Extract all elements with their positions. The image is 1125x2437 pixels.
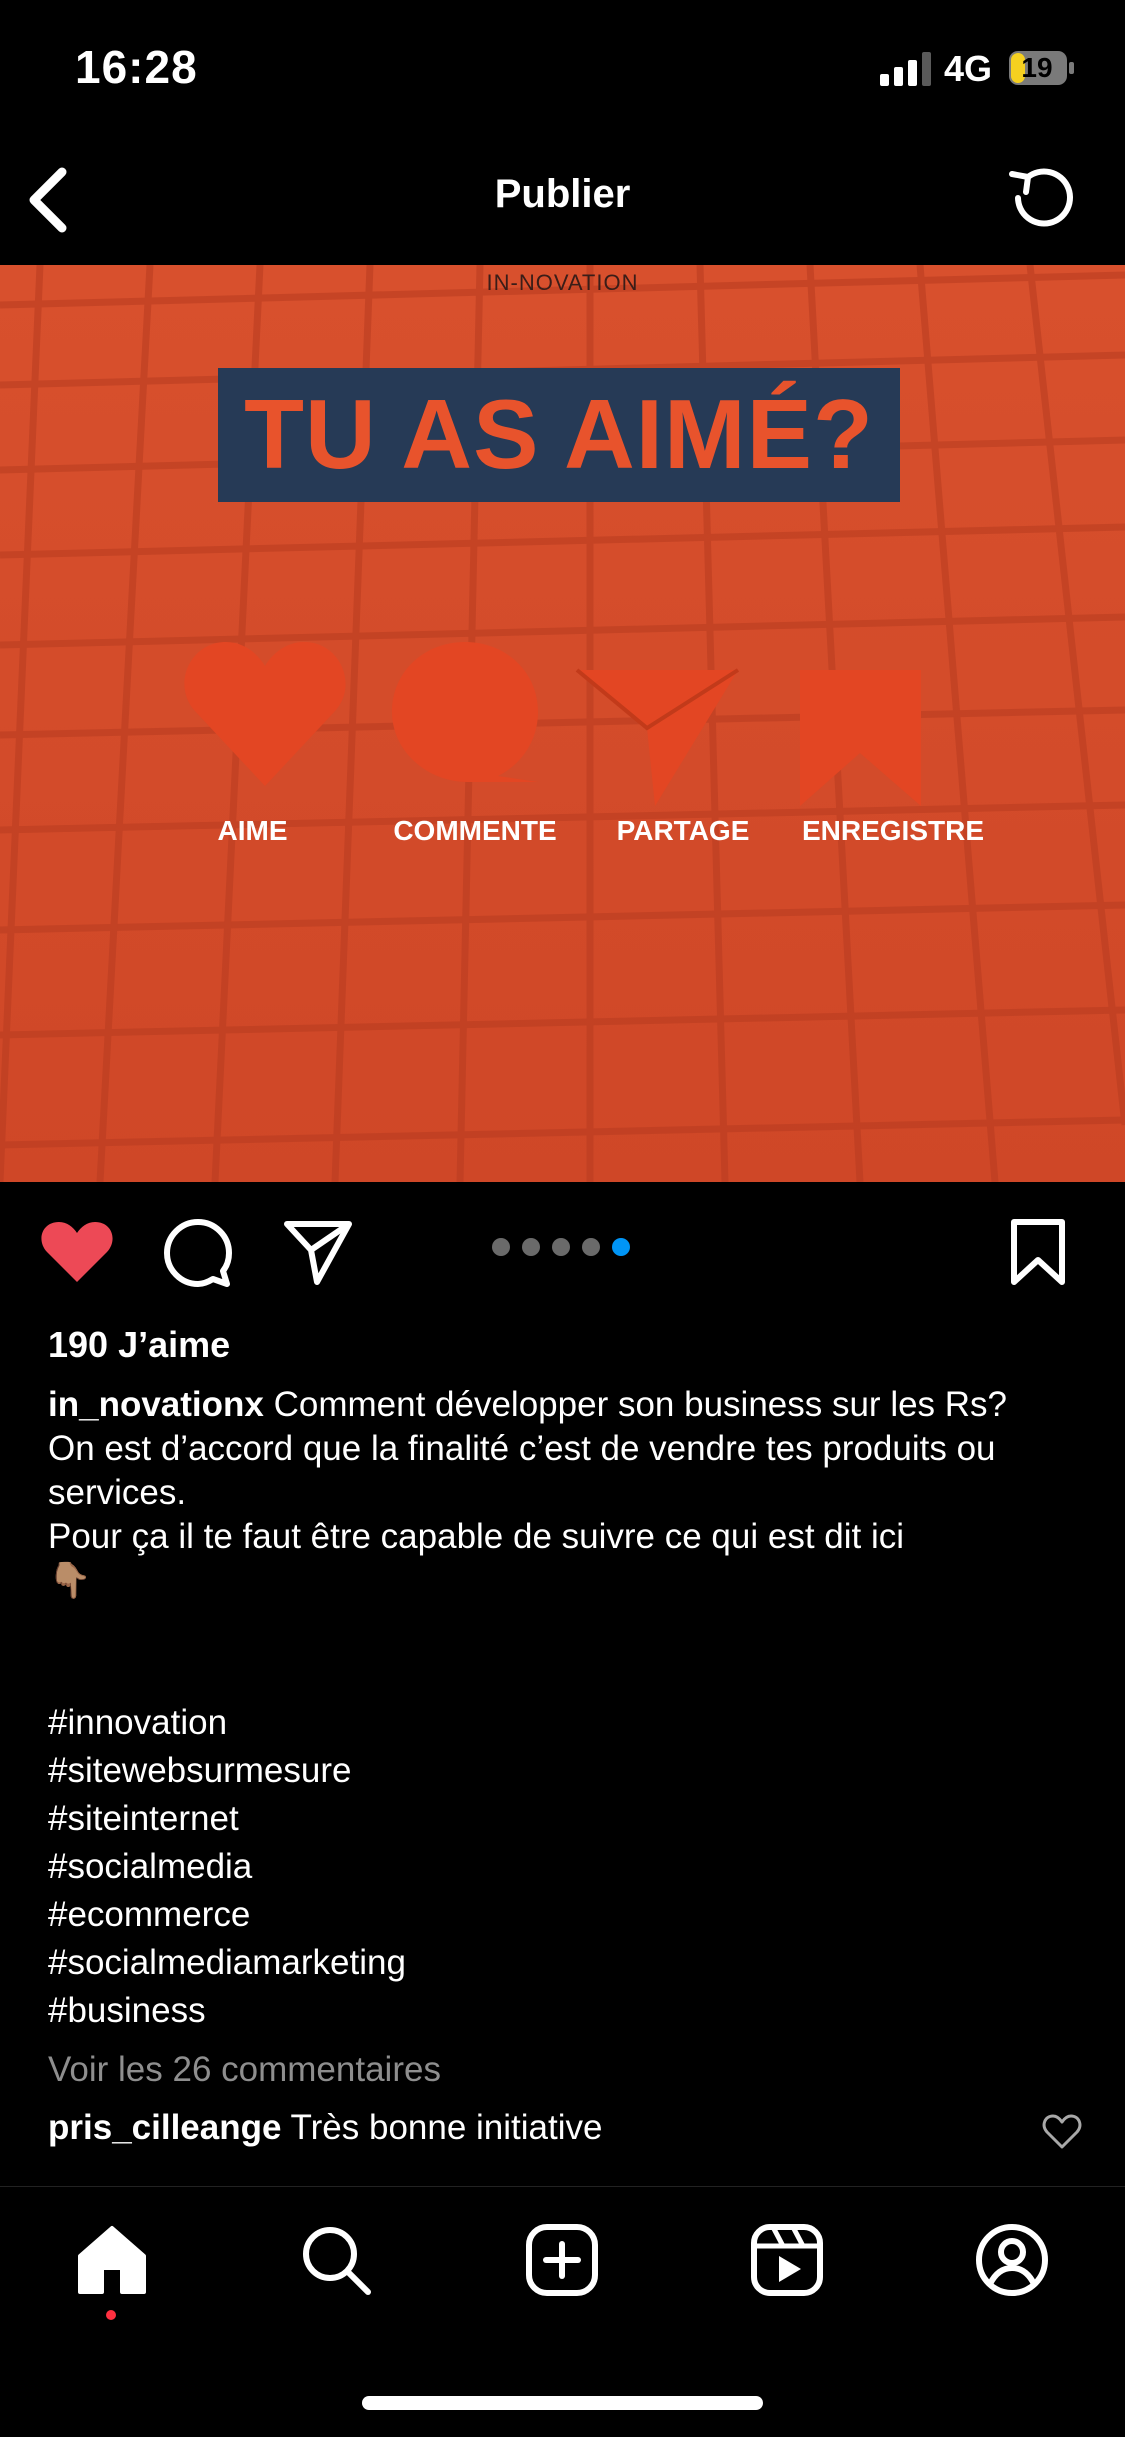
reels-icon[interactable] [749,2222,825,2298]
caption-emoji: 👇🏽 [48,1561,92,1600]
refresh-icon[interactable] [1004,160,1080,236]
paper-plane-icon [575,668,740,806]
comment-username[interactable]: pris_cilleange [48,2108,281,2147]
hashtag-link[interactable]: #socialmedia [48,1847,252,1887]
cta-label-comment: COMMENTE [393,815,557,846]
signal-strength-icon [880,52,931,86]
post-caption: in_novationx Comment développer son busi… [48,1383,1088,1603]
search-icon[interactable] [298,2222,374,2298]
home-icon[interactable] [74,2222,150,2298]
carousel-dot [582,1238,600,1256]
likes-count[interactable]: 190 J’aime [48,1324,230,1366]
caption-line: Pour ça il te faut être capable de suivr… [48,1517,905,1556]
carousel-dot [492,1238,510,1256]
brand-logo: IN-NOVATION [486,270,639,295]
notification-dot [106,2310,116,2320]
cta-label-like: AIME [217,815,288,846]
profile-icon[interactable] [974,2222,1050,2298]
comment-item: pris_cilleange Très bonne initiative [48,2108,602,2148]
comment-bubble-icon [392,642,538,782]
hashtag-link[interactable]: #business [48,1991,206,2031]
carousel-dot-active [612,1238,630,1256]
hashtag-link[interactable]: #sitewebsurmesure [48,1751,351,1791]
caption-line: Comment développer son business sur les … [273,1385,1008,1424]
hashtag-link[interactable]: #innovation [48,1703,227,1743]
save-bookmark-icon[interactable] [1008,1218,1068,1288]
carousel-indicator [492,1238,632,1258]
cta-label-share: PARTAGE [616,815,750,846]
bookmark-icon [800,670,921,806]
caption-username[interactable]: in_novationx [48,1385,264,1424]
comment-heart-icon[interactable] [1042,2114,1082,2150]
carousel-dot [552,1238,570,1256]
view-comments-link[interactable]: Voir les 26 commentaires [48,2050,441,2090]
share-send-icon[interactable] [283,1220,353,1286]
heart-icon [184,642,346,786]
like-heart-icon[interactable] [40,1220,114,1286]
page-title: Publier [494,172,631,216]
hashtag-link[interactable]: #siteinternet [48,1799,239,1839]
home-indicator[interactable] [362,2396,763,2410]
hashtag-link[interactable]: #ecommerce [48,1895,250,1935]
caption-line: On est d’accord que la finalité c’est de… [48,1429,996,1512]
network-type: 4G [944,48,993,89]
hashtag-link[interactable]: #socialmediamarketing [48,1943,406,1983]
cta-label-save: ENREGISTRE [801,815,985,846]
status-time: 16:28 [75,41,198,93]
battery-level: 19 [1021,52,1053,83]
comment-text: Très bonne initiative [290,2108,603,2147]
carousel-dot [522,1238,540,1256]
post-headline: TU AS AIMÉ? [244,379,874,489]
create-post-icon[interactable] [524,2222,600,2298]
battery-icon: 19 [1008,50,1076,86]
comment-icon[interactable] [163,1218,233,1288]
